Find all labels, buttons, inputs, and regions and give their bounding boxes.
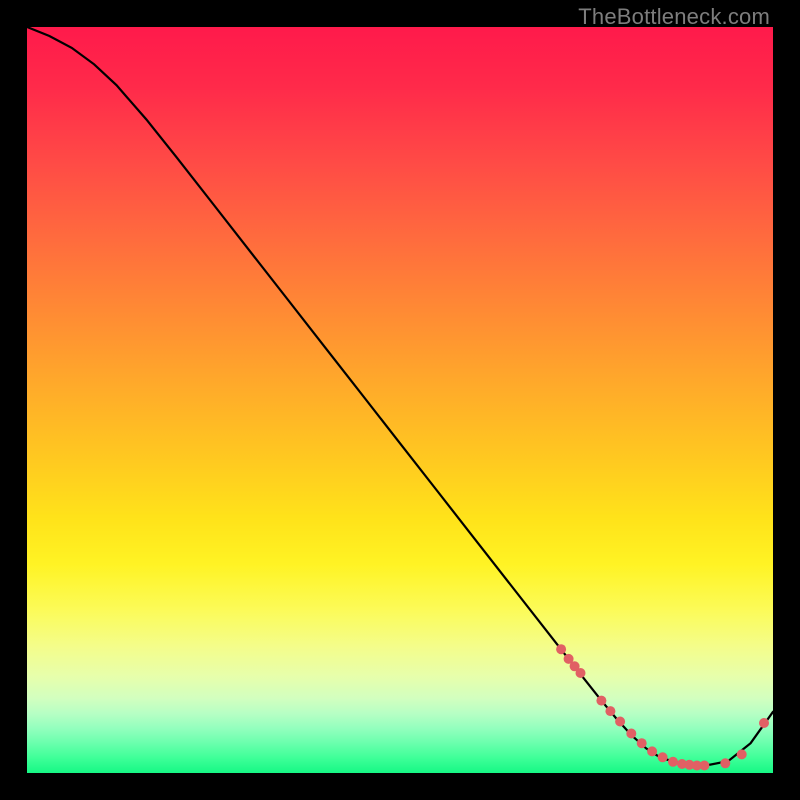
marker-dot: [596, 696, 606, 706]
curve-layer: [27, 27, 773, 773]
marker-dot: [720, 758, 730, 768]
marker-dot: [637, 738, 647, 748]
plot-area: [27, 27, 773, 773]
marker-dot: [605, 706, 615, 716]
marker-dot: [647, 746, 657, 756]
marker-dot: [699, 761, 709, 771]
marker-dot: [658, 752, 668, 762]
marker-dot: [556, 644, 566, 654]
marker-dot: [737, 749, 747, 759]
marker-dot: [668, 757, 678, 767]
watermark-text: TheBottleneck.com: [578, 4, 770, 30]
marker-dot: [615, 717, 625, 727]
marker-dot: [759, 718, 769, 728]
marker-dot: [626, 729, 636, 739]
line-curve: [27, 27, 773, 766]
marker-dots: [556, 644, 769, 770]
marker-dot: [576, 668, 586, 678]
chart-frame: TheBottleneck.com: [0, 0, 800, 800]
